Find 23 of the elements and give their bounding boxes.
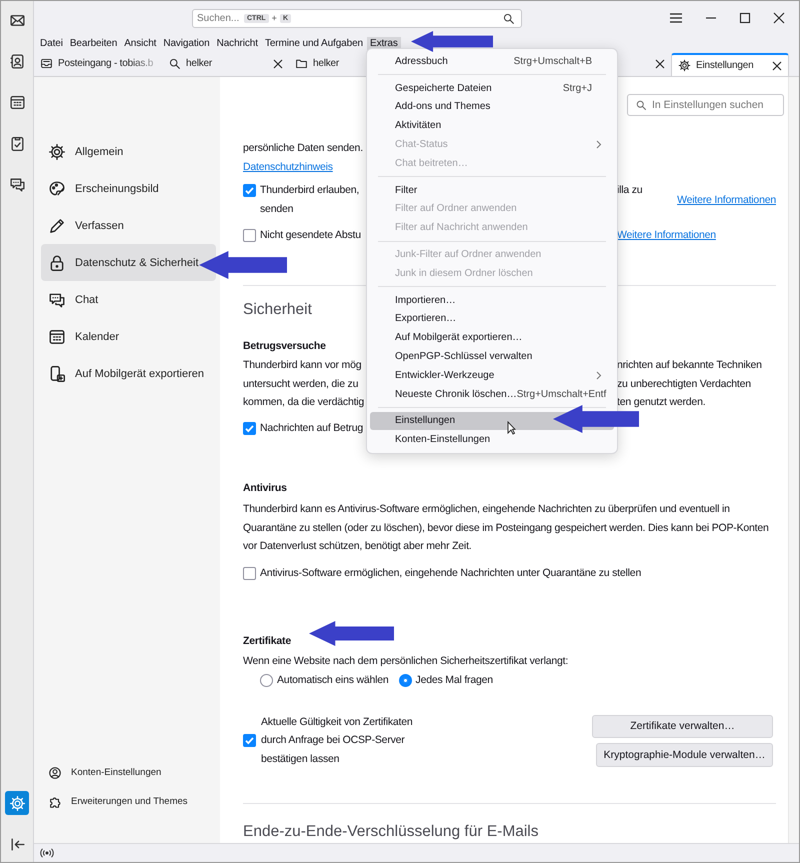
body-text: Wenn eine Website nach dem persönlichen Sicherheitszertifikat verlangt: bbox=[243, 654, 570, 669]
body-text: Thunderbird kann vor mög bbox=[243, 358, 362, 373]
body-text: Thunderbird kann es Antivirus-Software ermöglichen, eingehende Nachrichten zu überprüfen und eventuell in Quarantäne zu stellen (oder zu löschen), bevor diese im Posteingang gespeichert werden. Dies kann bei POP-Konten vor Datenverlust schützen, benötigt aber mehr Zeit. bbox=[243, 502, 770, 554]
body-text: zu unberechtigten Verdachten bbox=[617, 376, 752, 392]
body-text: nrichten auf bekannte Techniken bbox=[617, 358, 763, 373]
checkbox-label: Nachrichten auf Betrug bbox=[260, 421, 363, 436]
checkbox-label: Thunderbird erlauben, bbox=[260, 183, 360, 198]
body-text: ten genutzt werden. bbox=[617, 395, 706, 410]
checkbox-label: senden bbox=[260, 202, 294, 217]
subsection-heading: Zertifikate bbox=[243, 634, 291, 649]
radio-label: Jedes Mal fragen bbox=[416, 672, 493, 688]
section-heading: Ende-zu-Ende-Verschlüsselung für E-Mails bbox=[243, 822, 538, 842]
body-text: kommen, da die verdächtig bbox=[243, 395, 365, 410]
section-heading: Sicherheit bbox=[243, 300, 312, 320]
subsection-heading: Betrugsversuche bbox=[243, 339, 326, 354]
radio-label: Automatisch eins wählen bbox=[277, 672, 389, 688]
subsection-heading: Antivirus bbox=[243, 481, 287, 496]
plus-sign: + bbox=[272, 13, 277, 23]
checkbox-label: Nicht gesendete Abstu bbox=[260, 228, 361, 243]
checkbox-label: Aktuelle Gültigkeit von Zertifikaten durch Anfrage bei OCSP-Server bestätigen lassen bbox=[261, 714, 414, 767]
checkbox-label: Antivirus-Software ermöglichen, eingehende Nachrichten unter Quarantäne zu stellen bbox=[260, 566, 642, 581]
body-text: untersucht werden, die zu bbox=[243, 376, 360, 392]
body-text: persönliche Daten senden. bbox=[243, 141, 364, 156]
